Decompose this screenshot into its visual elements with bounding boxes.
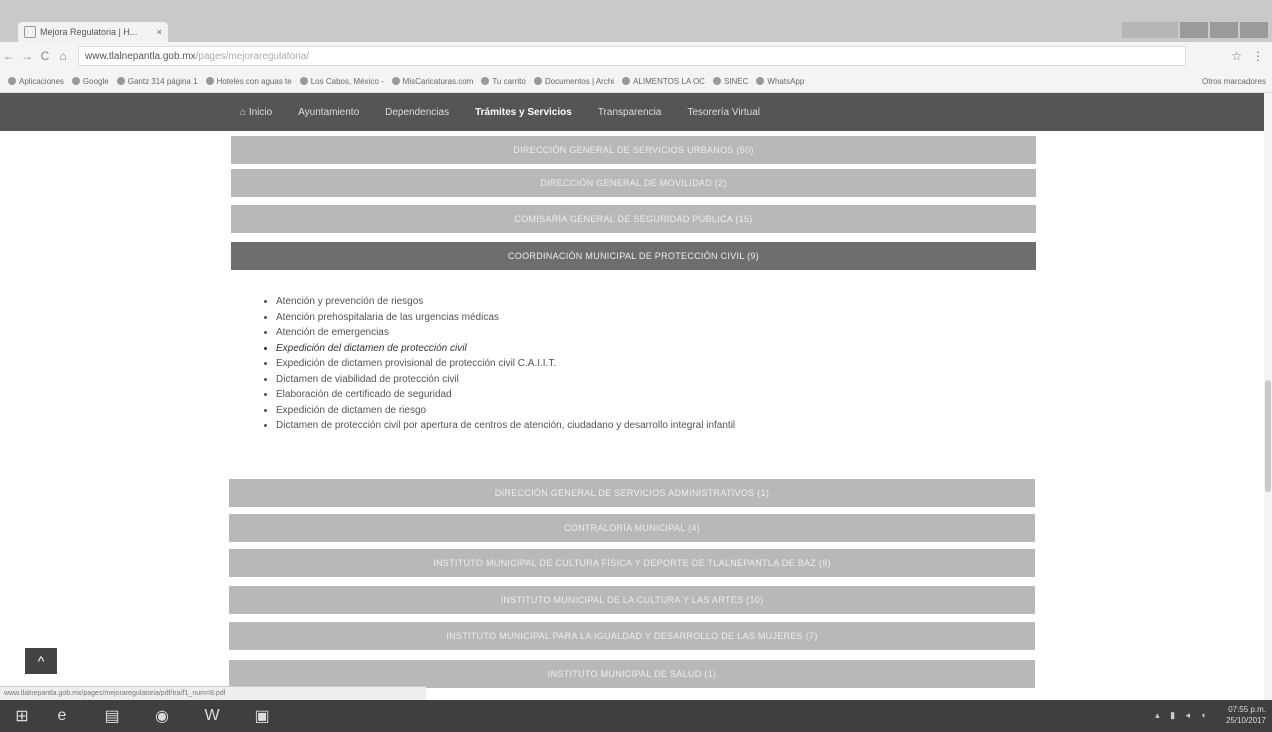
url-path: /pages/mejoraregulatoria/ [195,50,310,62]
app-icon[interactable]: ▣ [248,704,276,728]
accordion-header[interactable]: INSTITUTO MUNICIPAL DE LA CULTURA Y LAS … [229,586,1035,614]
windows-taskbar: ⊞ e ▤ ◉ W ▣ ▴ ▮ ◂ ◖ 07:55 p.m. 25/10/201… [0,700,1272,732]
nav-inicio[interactable]: ⌂ Inicio [240,107,272,118]
bookmark-favicon-icon [8,77,16,85]
list-item[interactable]: Elaboración de certificado de seguridad [276,387,735,403]
bookmark-item[interactable]: Los Cabos, México - [299,77,384,86]
internet-explorer-icon[interactable]: e [48,704,76,728]
bookmarks-bar: Aplicaciones Google Gantz 314 página 1 H… [0,70,1272,93]
list-item[interactable]: Atención de emergencias [276,325,735,341]
system-clock[interactable]: 07:55 p.m. 25/10/2017 [1226,704,1266,726]
list-item[interactable]: Expedición de dictamen provisional de pr… [276,356,735,372]
list-item[interactable]: Atención y prevención de riesgos [276,294,735,310]
bookmark-item[interactable]: Documentos | Archi [533,77,614,86]
bookmark-item[interactable]: WhatsApp [756,77,804,86]
browser-toolbar: ← → C ⌂ www.tlalnepantla.gob.mx/pages/me… [0,42,1272,70]
bookmark-favicon-icon [712,77,721,85]
bookmark-item[interactable]: Hoteles con aguas te [205,77,292,86]
list-item[interactable]: Expedición de dictamen de riesgo [276,403,735,419]
forward-icon[interactable]: → [18,49,36,63]
bookmark-item[interactable]: Tu carrito [481,77,526,86]
start-icon[interactable]: ⊞ [8,704,36,728]
tab-title: Mejora Regulatoria | H... [40,27,138,37]
bookmark-favicon-icon [299,77,308,85]
accordion-header[interactable]: COMISARÍA GENERAL DE SEGURIDAD PÚBLICA (… [231,205,1036,233]
bookmark-item[interactable]: Gantz 314 página 1 [116,77,198,86]
tab-close-icon[interactable]: × [157,27,162,37]
window-controls [1122,22,1268,38]
nav-ayuntamiento[interactable]: Ayuntamiento [298,107,359,118]
chrome-icon[interactable]: ◉ [148,704,176,728]
bookmark-favicon-icon [205,77,214,85]
browser-menu-icon[interactable]: ⋮ [1252,49,1264,63]
list-item[interactable]: Atención prehospitalaria de las urgencia… [276,310,735,326]
word-icon[interactable]: W [198,704,226,728]
browser-titlebar: Mejora Regulatoria | H... × [0,0,1272,42]
bookmark-favicon-icon [391,77,400,85]
back-to-top-button[interactable]: ^ [25,648,57,674]
file-explorer-icon[interactable]: ▤ [98,704,126,728]
favicon-icon [24,26,36,38]
system-tray-icons[interactable]: ▴ ▮ ◂ ◖ [1155,710,1210,721]
browser-tab[interactable]: Mejora Regulatoria | H... × [18,22,168,42]
bookmark-item[interactable]: MisCaricaturas.com [391,77,473,86]
bookmark-favicon-icon [756,77,765,85]
bookmark-favicon-icon [481,77,490,85]
accordion-header[interactable]: DIRECCIÓN GENERAL DE SERVICIOS URBANOS (… [231,136,1036,164]
nav-dependencias[interactable]: Dependencias [385,107,449,118]
bookmark-item[interactable]: SINEC [712,77,748,86]
other-bookmarks[interactable]: Otros marcadores [1202,77,1266,86]
bookmark-favicon-icon [71,77,80,85]
accordion-header[interactable]: CONTRALORÍA MUNICIPAL (4) [229,514,1035,542]
bookmark-star-icon[interactable]: ☆ [1231,49,1242,63]
bookmark-item[interactable]: Google [71,77,109,86]
accordion-header[interactable]: DIRECCIÓN GENERAL DE MOVILIDAD (2) [231,169,1036,197]
clock-time: 07:55 p.m. [1228,705,1266,714]
maximize-button[interactable] [1210,22,1238,38]
reload-icon[interactable]: C [36,49,54,63]
accordion-header[interactable]: INSTITUTO MUNICIPAL PARA LA IGUALDAD Y D… [229,622,1035,650]
home-icon[interactable]: ⌂ [54,49,72,63]
bookmark-favicon-icon [116,77,125,85]
accordion-header[interactable]: INSTITUTO MUNICIPAL DE CULTURA FÍSICA Y … [229,549,1035,577]
nav-tramites-servicios[interactable]: Trámites y Servicios [475,107,572,118]
nav-transparencia[interactable]: Transparencia [598,107,662,118]
bookmark-item[interactable]: Aplicaciones [8,77,64,86]
list-item[interactable]: Dictamen de protección civil por apertur… [276,418,735,434]
scrollbar-thumb[interactable] [1265,380,1271,492]
nav-tesoreria-virtual[interactable]: Tesorería Virtual [687,107,760,118]
site-navbar: ⌂ Inicio Ayuntamiento Dependencias Trámi… [0,93,1264,131]
expanded-item-list: Atención y prevención de riesgos Atenció… [262,294,735,434]
accordion-header[interactable]: INSTITUTO MUNICIPAL DE SALUD (1) [229,660,1035,688]
user-profile-button[interactable] [1122,22,1178,38]
list-item[interactable]: Dictamen de viabilidad de protección civ… [276,372,735,388]
close-window-button[interactable] [1240,22,1268,38]
accordion-header[interactable]: DIRECCIÓN GENERAL DE SERVICIOS ADMINISTR… [229,479,1035,507]
minimize-button[interactable] [1180,22,1208,38]
bookmark-item[interactable]: ALIMENTOS LA OC [622,77,705,86]
list-item[interactable]: Expedición del dictamen de protección ci… [276,341,735,357]
clock-date: 25/10/2017 [1225,716,1266,725]
accordion-header-expanded[interactable]: COORDINACIÓN MUNICIPAL DE PROTECCIÓN CIV… [231,242,1036,270]
bookmark-favicon-icon [533,77,542,85]
status-bar-url: www.tlalnepantla.gob.mx/pages/mejoraregu… [0,686,426,701]
back-icon[interactable]: ← [0,49,18,63]
address-bar[interactable]: www.tlalnepantla.gob.mx/pages/mejoraregu… [78,46,1186,66]
url-host: www.tlalnepantla.gob.mx [85,50,196,62]
bookmark-favicon-icon [622,77,631,85]
